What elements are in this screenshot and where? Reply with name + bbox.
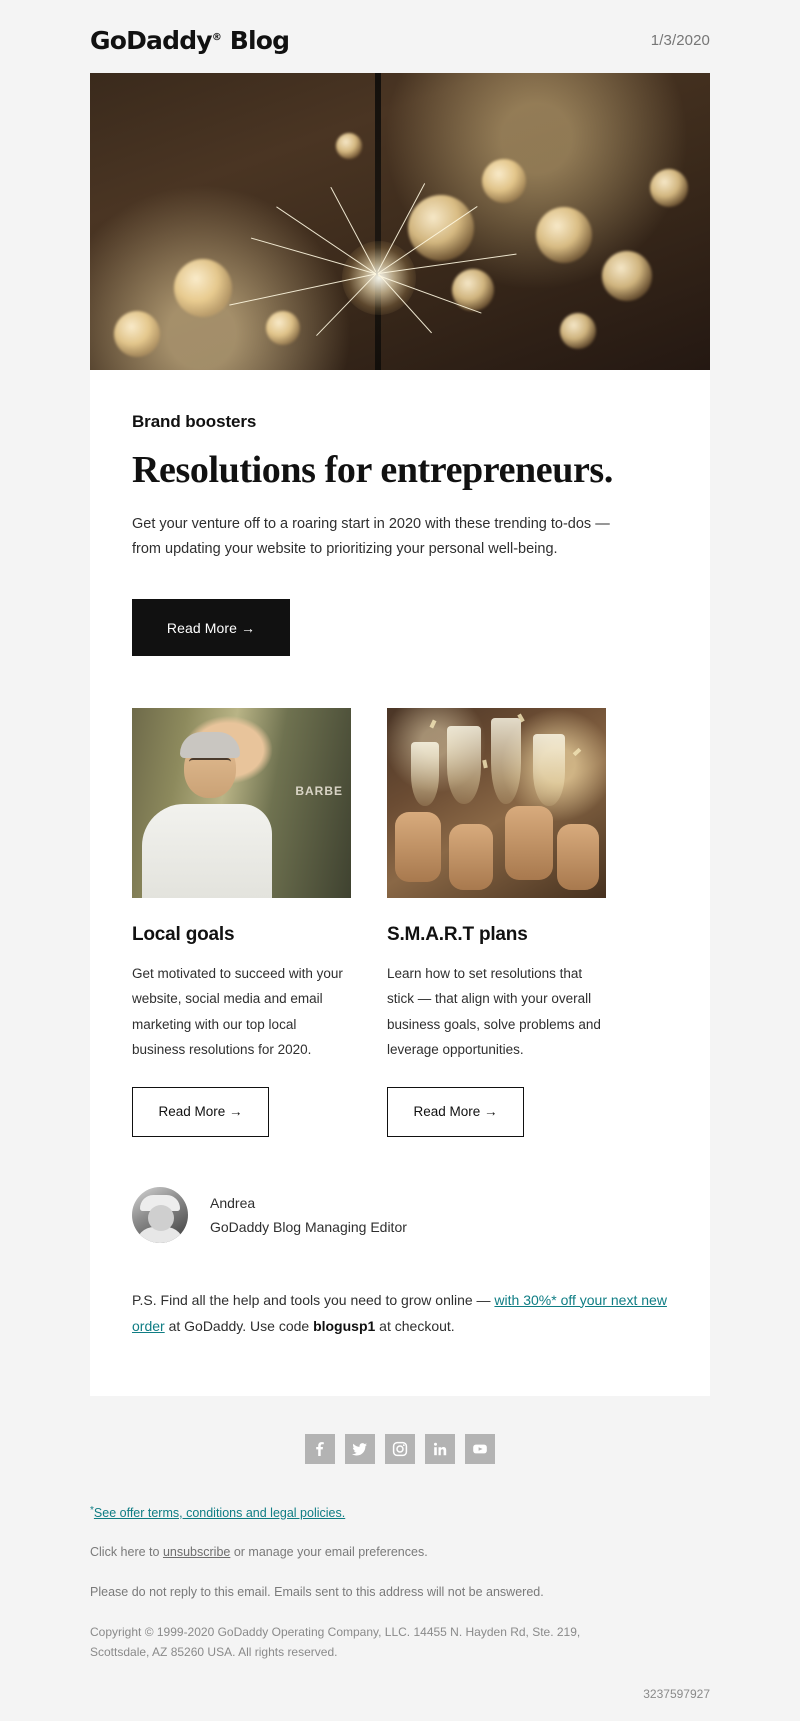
- column-smart-plans: S.M.A.R.T plans Learn how to set resolut…: [387, 708, 606, 1137]
- social-links: [0, 1396, 800, 1498]
- registered-trademark-icon: ®: [211, 32, 222, 43]
- author-role: GoDaddy Blog Managing Editor: [210, 1218, 407, 1235]
- barber-photo: BARBE: [132, 708, 351, 899]
- bokeh-light: [560, 313, 596, 349]
- bokeh-light: [536, 207, 592, 263]
- barber-photo-art: BARBE: [132, 708, 351, 899]
- ps-lead: P.S. Find all the help and tools you nee…: [132, 1291, 495, 1308]
- article-eyebrow: Brand boosters: [132, 412, 257, 431]
- column-title: S.M.A.R.T plans: [387, 924, 528, 946]
- facebook-icon[interactable]: [305, 1433, 335, 1464]
- bokeh-light: [114, 311, 160, 357]
- champagne-glass: [411, 742, 439, 807]
- read-more-button-local-goals[interactable]: Read More →: [132, 1086, 269, 1137]
- hand: [505, 806, 553, 881]
- column-text: Get motivated to succeed with your websi…: [132, 966, 343, 1057]
- sparkler-stick: [375, 73, 381, 370]
- toast-photo-art: [387, 708, 606, 899]
- message-id: 3237597927: [643, 1686, 710, 1701]
- email-header: GoDaddy® Blog 1/3/2020: [0, 0, 800, 73]
- toast-photo: [387, 708, 606, 899]
- page-title: Resolutions for entrepreneurs.: [132, 449, 613, 491]
- two-column-section: BARBE Local goals Get motivated to succe…: [132, 708, 668, 1137]
- brand-name: GoDaddy: [90, 26, 213, 55]
- footer-no-reply: Please do not reply to this email. Email…: [90, 1584, 544, 1599]
- promo-code: blogusp1: [313, 1318, 376, 1335]
- champagne-glass: [533, 734, 565, 807]
- confetti: [482, 759, 488, 769]
- barber-coat: [142, 804, 272, 899]
- shop-sign-text: BARBE: [295, 784, 343, 799]
- column-title: Local goals: [132, 924, 235, 946]
- article-lede: Get your venture off to a roaring start …: [132, 515, 610, 557]
- read-more-button-smart-plans[interactable]: Read More →: [387, 1086, 524, 1137]
- twitter-icon[interactable]: [345, 1433, 375, 1464]
- champagne-glass: [491, 718, 521, 805]
- footer-offer-row: *See offer terms, conditions and legal p…: [90, 1504, 710, 1522]
- linkedin-icon[interactable]: [425, 1433, 455, 1464]
- hand: [449, 824, 493, 891]
- bokeh-light: [408, 195, 474, 261]
- email-card: Brand boosters Resolutions for entrepren…: [90, 73, 710, 1396]
- bokeh-light: [266, 311, 300, 345]
- hero-background: [90, 73, 710, 370]
- footer-unsubscribe-row: Click here to unsubscribe or manage your…: [90, 1542, 710, 1562]
- footer-copyright: Copyright © 1999-2020 GoDaddy Operating …: [90, 1624, 581, 1660]
- confetti: [572, 748, 582, 757]
- avatar: [132, 1186, 188, 1243]
- brand-suffix: Blog: [229, 26, 290, 55]
- email-page: GoDaddy® Blog 1/3/2020 Brand boosters Re…: [0, 0, 800, 1721]
- bokeh-light: [482, 159, 526, 203]
- unsubscribe-link[interactable]: unsubscribe: [163, 1545, 230, 1559]
- article-body: Brand boosters Resolutions for entrepren…: [90, 370, 710, 1396]
- offer-terms-link[interactable]: See offer terms, conditions and legal po…: [94, 1506, 345, 1520]
- bokeh-light: [602, 251, 652, 301]
- bokeh-light: [650, 169, 688, 207]
- email-date: 1/3/2020: [650, 32, 710, 49]
- confetti: [429, 719, 437, 729]
- email-footer: *See offer terms, conditions and legal p…: [0, 1498, 800, 1663]
- brand-logo: GoDaddy® Blog: [90, 26, 290, 55]
- offer-terms-line: *See offer terms, conditions and legal p…: [90, 1505, 345, 1520]
- unsub-prefix: Click here to: [90, 1544, 163, 1559]
- column-local-goals: BARBE Local goals Get motivated to succe…: [132, 708, 351, 1137]
- hand: [557, 824, 599, 891]
- author-lines: Andrea GoDaddy Blog Managing Editor: [210, 1195, 407, 1235]
- ps-paragraph: P.S. Find all the help and tools you nee…: [132, 1287, 668, 1396]
- youtube-icon[interactable]: [465, 1433, 495, 1464]
- hero-image: [90, 73, 710, 370]
- author-block: Andrea GoDaddy Blog Managing Editor: [132, 1186, 668, 1243]
- barber-glasses: [189, 758, 231, 768]
- bokeh-light: [336, 133, 362, 159]
- unsub-suffix: or manage your email preferences.: [230, 1544, 428, 1559]
- instagram-icon[interactable]: [385, 1433, 415, 1464]
- ps-tail: at checkout.: [375, 1318, 455, 1335]
- author-name: Andrea: [210, 1194, 256, 1211]
- ps-middle: at GoDaddy. Use code: [164, 1318, 314, 1335]
- barber-hair: [180, 732, 240, 759]
- read-more-button-primary[interactable]: Read More →: [132, 599, 290, 657]
- column-text: Learn how to set resolutions that stick …: [387, 966, 601, 1057]
- hand: [395, 812, 441, 883]
- bokeh-light: [174, 259, 232, 317]
- champagne-glass: [447, 726, 481, 805]
- avatar-face: [148, 1204, 174, 1231]
